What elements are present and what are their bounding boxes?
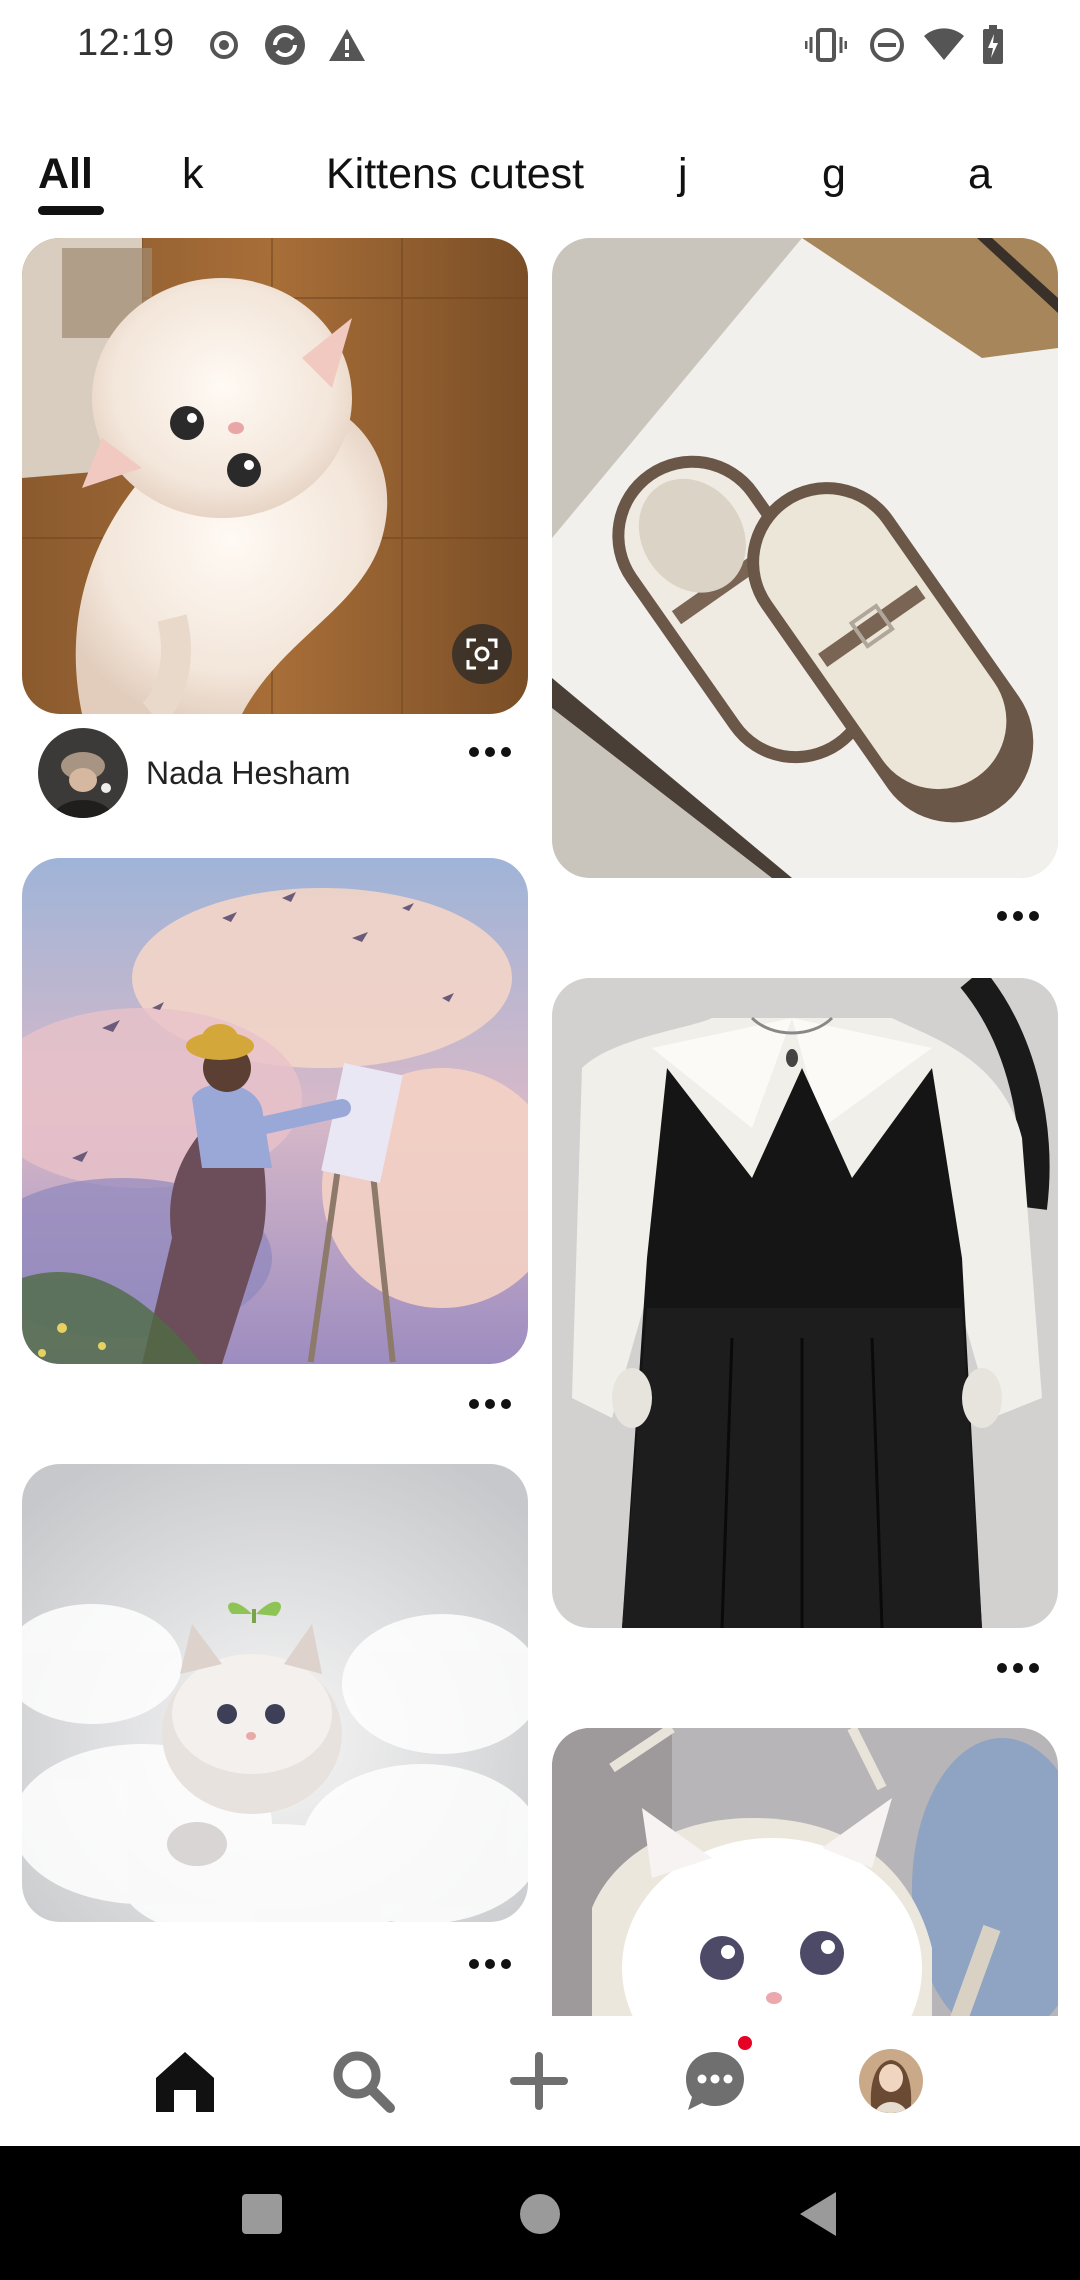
warning-icon: [326, 24, 368, 66]
tab-k[interactable]: k: [182, 144, 204, 204]
do-not-disturb-icon: [868, 24, 906, 66]
pin-more-button[interactable]: [988, 896, 1048, 936]
search-icon[interactable]: [318, 2036, 408, 2126]
pin-more-button[interactable]: [460, 732, 520, 772]
shoes-image: [552, 238, 1058, 878]
visual-search-button[interactable]: [452, 624, 512, 684]
wifi-icon: [922, 24, 966, 66]
user-avatar: [38, 728, 128, 818]
create-plus-icon[interactable]: [494, 2036, 584, 2126]
black-dress-image: [552, 978, 1058, 1628]
battery-charging-icon: [980, 24, 1006, 66]
pin-kitten-bubbles[interactable]: [22, 1464, 528, 1922]
pin-black-dress[interactable]: [552, 978, 1058, 1628]
tab-j[interactable]: j: [678, 144, 688, 204]
pin-more-button[interactable]: [460, 1944, 520, 1984]
system-navigation-bar: [0, 2146, 1080, 2280]
recents-icon[interactable]: [232, 2184, 292, 2244]
sync-app-icon: [262, 24, 308, 66]
kitten-bubbles-image: [22, 1464, 528, 1922]
home-icon[interactable]: [140, 2036, 230, 2126]
vibrate-icon: [804, 24, 848, 66]
pin-more-button[interactable]: [460, 1384, 520, 1424]
pin-mary-jane-shoes[interactable]: [552, 238, 1058, 878]
profile-avatar[interactable]: [846, 2036, 936, 2126]
bottom-navigation: [0, 2016, 1080, 2146]
tab-a[interactable]: a: [968, 144, 992, 204]
home-circle-icon[interactable]: [510, 2184, 570, 2244]
girl-painting-image: [22, 858, 528, 1364]
board-filter-tabs: All k Kittens cutest j g a: [0, 140, 1080, 220]
back-triangle-icon[interactable]: [788, 2184, 848, 2244]
pin-kitten-floor[interactable]: [22, 238, 528, 714]
tab-g[interactable]: g: [822, 144, 846, 204]
app-root: 12:19 All k Kittens cutest j g a Nada He…: [0, 0, 1080, 2280]
record-icon: [206, 24, 242, 66]
visual-search-icon: [466, 638, 498, 670]
messages-notification-badge: [736, 2034, 754, 2052]
pin-more-button[interactable]: [988, 1648, 1048, 1688]
status-bar: 12:19: [0, 0, 1080, 90]
tab-all[interactable]: All: [38, 144, 93, 204]
pin-girl-painting[interactable]: [22, 858, 528, 1364]
attribution-name: Nada Hesham: [146, 754, 351, 791]
status-time: 12:19: [77, 22, 175, 64]
kitten-floor-image: [22, 238, 528, 714]
tab-kittens-cutest[interactable]: Kittens cutest: [326, 144, 584, 204]
pin-attribution[interactable]: Nada Hesham: [38, 728, 351, 818]
active-tab-indicator: [38, 206, 104, 215]
